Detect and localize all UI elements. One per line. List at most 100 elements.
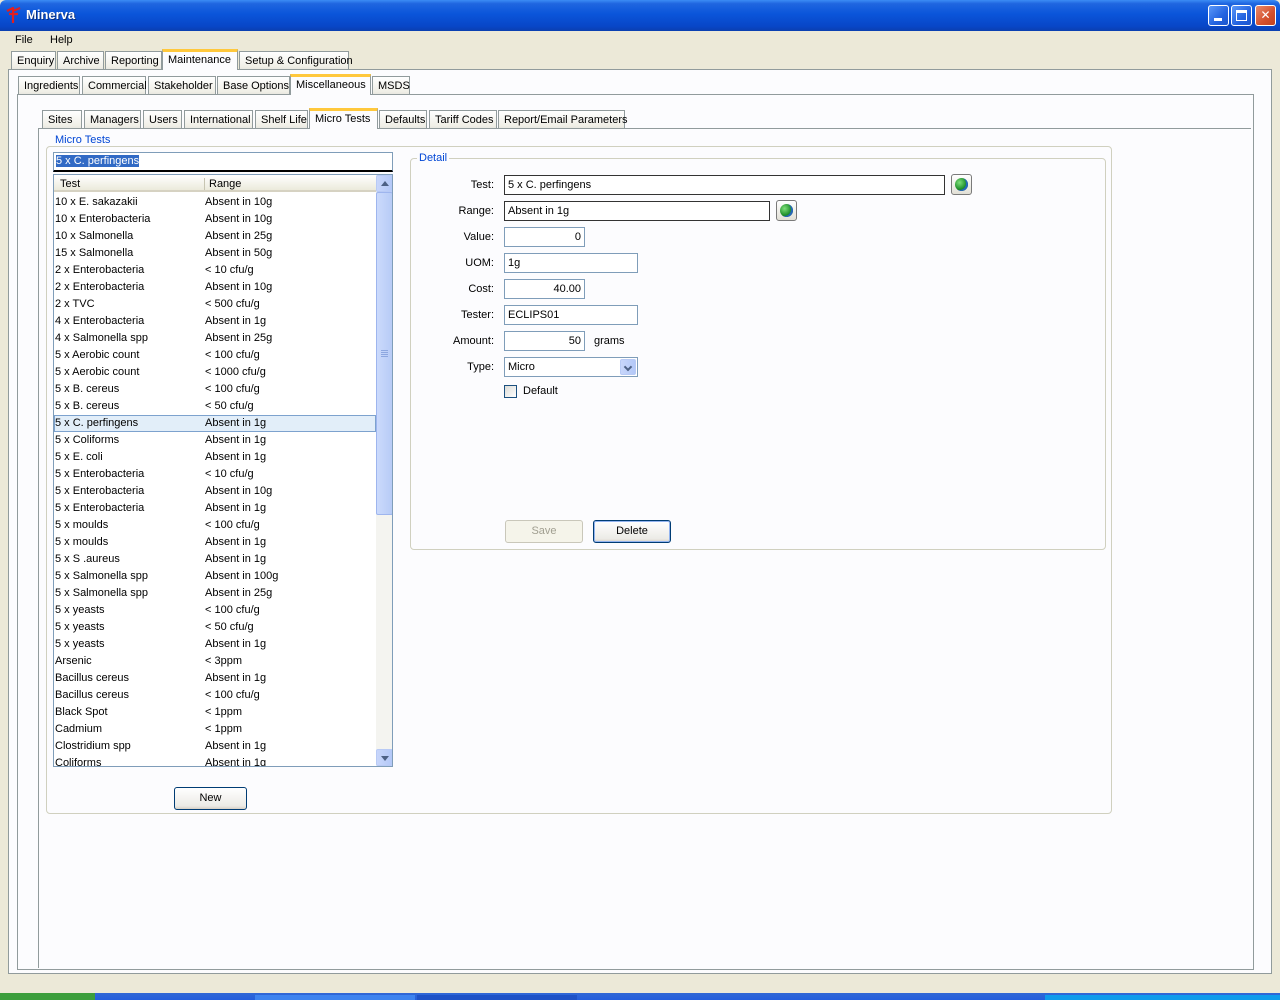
taskbar-item[interactable] <box>417 995 577 1000</box>
list-item[interactable]: 5 x S .aureus Absent in 1g <box>54 551 376 568</box>
list-item[interactable]: Bacillus cereus < 100 cfu/g <box>54 687 376 704</box>
tab-reporting[interactable]: Reporting <box>105 51 162 70</box>
list-item-range: < 100 cfu/g <box>205 689 260 701</box>
scroll-thumb[interactable] <box>376 192 392 515</box>
minimize-button[interactable] <box>1208 5 1229 26</box>
tab-msds[interactable]: MSDS <box>372 76 410 95</box>
tab-base-options[interactable]: Base Options <box>217 76 290 95</box>
tab-shelf-life[interactable]: Shelf Life <box>255 110 308 129</box>
maximize-icon <box>1236 10 1247 21</box>
list-item[interactable]: 5 x Aerobic count < 100 cfu/g <box>54 347 376 364</box>
list-item[interactable]: 5 x B. cereus < 50 cfu/g <box>54 398 376 415</box>
list-item[interactable]: 5 x Enterobacteria Absent in 10g <box>54 483 376 500</box>
list-item[interactable]: 5 x C. perfingens Absent in 1g <box>54 415 376 432</box>
list-item[interactable]: 10 x Salmonella Absent in 25g <box>54 228 376 245</box>
maximize-button[interactable] <box>1231 5 1252 26</box>
list-item-range: Absent in 1g <box>205 417 267 429</box>
test-translate-button[interactable] <box>951 174 972 195</box>
list-item[interactable]: 15 x Salmonella Absent in 50g <box>54 245 376 262</box>
tab-tariff-codes[interactable]: Tariff Codes <box>429 110 497 129</box>
menu-file[interactable]: File <box>15 34 33 46</box>
list-item[interactable]: 2 x Enterobacteria Absent in 10g <box>54 279 376 296</box>
list-item-range: Absent in 1g <box>205 434 267 446</box>
list-item[interactable]: 5 x yeasts Absent in 1g <box>54 636 376 653</box>
menu-help[interactable]: Help <box>50 34 73 46</box>
list-item[interactable]: 4 x Enterobacteria Absent in 1g <box>54 313 376 330</box>
amount-field[interactable]: 50 <box>504 331 585 351</box>
list-item[interactable]: Cadmium < 1ppm <box>54 721 376 738</box>
type-select[interactable]: Micro <box>504 357 638 377</box>
uom-field[interactable]: 1g <box>504 253 638 273</box>
tab-sites[interactable]: Sites <box>42 110 82 129</box>
tester-label: Tester: <box>460 309 494 321</box>
tab-report-email-parameters[interactable]: Report/Email Parameters <box>498 110 628 129</box>
list-item[interactable]: Clostridium spp Absent in 1g <box>54 738 376 755</box>
tab-setup-configuration[interactable]: Setup & Configuration <box>239 51 353 70</box>
test-field[interactable]: 5 x C. perfingens <box>504 175 945 195</box>
scroll-up-button[interactable] <box>376 175 392 192</box>
tab-miscellaneous[interactable]: Miscellaneous <box>290 74 371 95</box>
list-item-test: Coliforms <box>55 757 102 767</box>
default-checkbox[interactable] <box>504 385 517 398</box>
list-item[interactable]: Bacillus cereus Absent in 1g <box>54 670 376 687</box>
list-item[interactable]: 5 x yeasts < 100 cfu/g <box>54 602 376 619</box>
list-item[interactable]: 5 x Coliforms Absent in 1g <box>54 432 376 449</box>
tab-ingredients[interactable]: Ingredients <box>18 76 80 95</box>
tab-users[interactable]: Users <box>143 110 182 129</box>
taskbar-item[interactable] <box>255 995 415 1000</box>
list-item[interactable]: 5 x moulds Absent in 1g <box>54 534 376 551</box>
save-button[interactable]: Save <box>505 520 583 543</box>
range-field[interactable]: Absent in 1g <box>504 201 770 221</box>
list-item[interactable]: 4 x Salmonella spp Absent in 25g <box>54 330 376 347</box>
delete-button[interactable]: Delete <box>593 520 671 543</box>
list-item[interactable]: 5 x Salmonella spp Absent in 100g <box>54 568 376 585</box>
scroll-down-button[interactable] <box>376 749 392 766</box>
list-item[interactable]: 10 x E. sakazakii Absent in 10g <box>54 194 376 211</box>
new-button[interactable]: New <box>174 787 247 810</box>
cost-field[interactable]: 40.00 <box>504 279 585 299</box>
type-dropdown-button[interactable] <box>620 359 636 375</box>
list-item[interactable]: 5 x Enterobacteria Absent in 1g <box>54 500 376 517</box>
tab-commercial[interactable]: Commercial <box>82 76 147 95</box>
column-header-test[interactable]: Test <box>60 178 80 190</box>
list-item[interactable]: 5 x E. coli Absent in 1g <box>54 449 376 466</box>
list-item-test: 2 x Enterobacteria <box>55 281 145 293</box>
list-item[interactable]: 5 x B. cereus < 100 cfu/g <box>54 381 376 398</box>
list-item-test: 5 x yeasts <box>55 621 105 633</box>
column-separator[interactable] <box>204 178 205 190</box>
tab-defaults[interactable]: Defaults <box>379 110 427 129</box>
list-item[interactable]: 5 x Aerobic count < 1000 cfu/g <box>54 364 376 381</box>
list-item[interactable]: 5 x yeasts < 50 cfu/g <box>54 619 376 636</box>
tab-enquiry[interactable]: Enquiry <box>11 51 56 70</box>
close-button[interactable]: ✕ <box>1255 5 1276 26</box>
list-item[interactable]: 2 x TVC < 500 cfu/g <box>54 296 376 313</box>
list-item[interactable]: 5 x Enterobacteria < 10 cfu/g <box>54 466 376 483</box>
list-item[interactable]: 2 x Enterobacteria < 10 cfu/g <box>54 262 376 279</box>
list-scrollbar[interactable] <box>376 175 392 766</box>
tester-field[interactable]: ECLIPS01 <box>504 305 638 325</box>
list-item[interactable]: Arsenic < 3ppm <box>54 653 376 670</box>
list-item[interactable]: Black Spot < 1ppm <box>54 704 376 721</box>
tab-managers[interactable]: Managers <box>84 110 141 129</box>
uom-label: UOM: <box>465 257 494 269</box>
list-item[interactable]: Coliforms Absent in 1g <box>54 755 376 767</box>
tab-archive[interactable]: Archive <box>57 51 104 70</box>
list-item-test: Cadmium <box>55 723 103 735</box>
list-item[interactable]: 10 x Enterobacteria Absent in 10g <box>54 211 376 228</box>
tab-international[interactable]: International <box>184 110 253 129</box>
range-translate-button[interactable] <box>776 200 797 221</box>
column-header-range[interactable]: Range <box>209 178 241 190</box>
tab-micro-tests[interactable]: Micro Tests <box>309 108 378 129</box>
tab-maintenance[interactable]: Maintenance <box>162 49 238 70</box>
list-item-range: Absent in 10g <box>205 213 273 225</box>
list-item-test: 4 x Enterobacteria <box>55 315 145 327</box>
start-button[interactable] <box>0 993 95 1000</box>
list-item[interactable]: 5 x Salmonella spp Absent in 25g <box>54 585 376 602</box>
micro-tests-list[interactable]: Test Range 10 x E. sakazakii Absent in 10… <box>53 174 393 767</box>
tab-stakeholder[interactable]: Stakeholder <box>148 76 216 95</box>
value-field[interactable]: 0 <box>504 227 585 247</box>
list-item-range: Absent in 25g <box>205 332 273 344</box>
scroll-down-icon <box>381 756 389 761</box>
list-item[interactable]: 5 x moulds < 100 cfu/g <box>54 517 376 534</box>
search-input[interactable]: 5 x C. perfingens <box>53 152 393 172</box>
